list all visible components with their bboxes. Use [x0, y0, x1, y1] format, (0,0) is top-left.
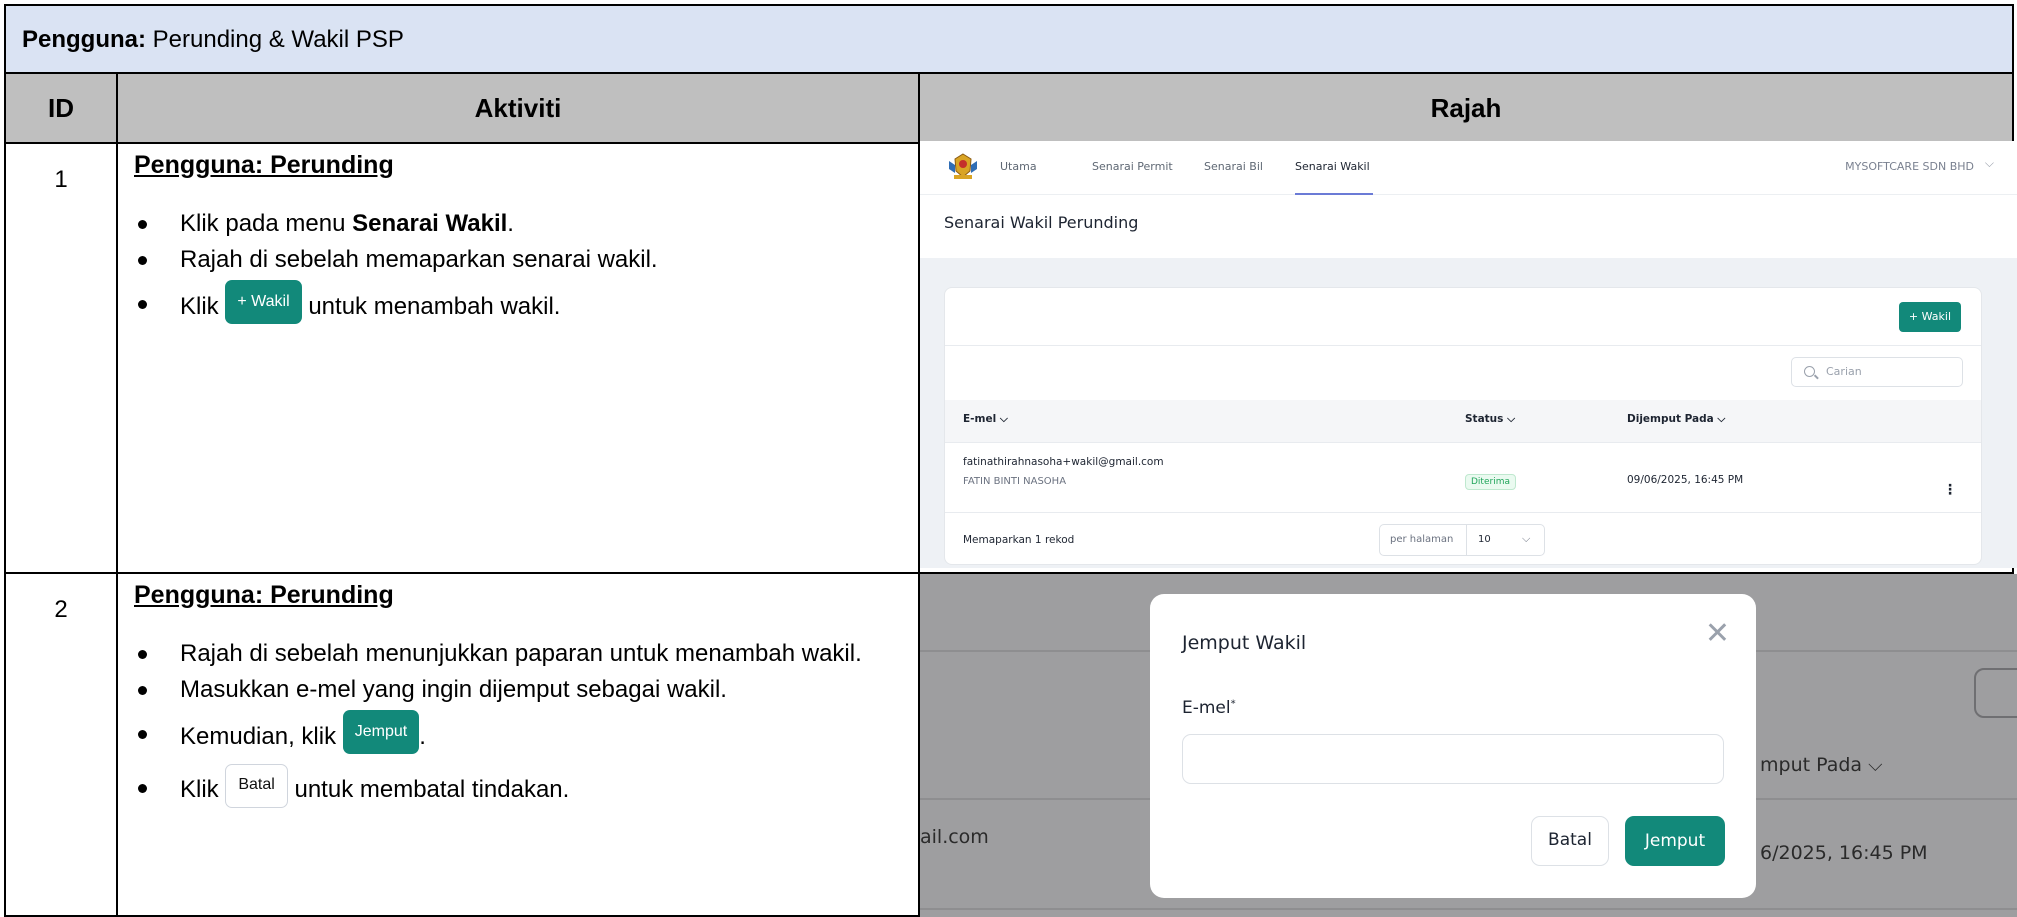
- nav-utama[interactable]: Utama: [1000, 160, 1037, 173]
- batal-button-illustration: Batal: [225, 764, 288, 808]
- column-divider: [116, 74, 118, 915]
- list-item: Kemudian, klik Jemput.: [134, 710, 934, 762]
- list-item: Klik pada menu Senarai Wakil.: [134, 208, 934, 240]
- divider: [1466, 525, 1467, 555]
- add-wakil-button-illustration: + Wakil: [225, 280, 302, 324]
- crest-icon: [949, 153, 977, 179]
- chevron-down-icon: ⌵: [1984, 156, 1994, 170]
- activity-list: Rajah di sebelah menunjukkan paparan unt…: [134, 638, 934, 816]
- kebab-menu-icon[interactable]: ⋮: [1943, 482, 1957, 498]
- nav-senarai-permit[interactable]: Senarai Permit: [1092, 160, 1173, 173]
- email-label: E-mel*: [1182, 698, 1236, 718]
- activity-list: Klik pada menu Senarai Wakil. Rajah di s…: [134, 208, 934, 332]
- nav-senarai-wakil[interactable]: Senarai Wakil: [1295, 160, 1370, 173]
- chevron-down-icon: ⌵: [1522, 532, 1531, 545]
- search-input[interactable]: Carian: [1791, 357, 1963, 387]
- figure-wakil-list: Utama Senarai Permit Senarai Bil Senarai…: [920, 141, 2017, 568]
- search-placeholder: Carian: [1826, 365, 1862, 378]
- column-header-activity: Aktiviti: [118, 74, 918, 144]
- row-email: fatinathirahnasoha+wakil@gmail.com: [963, 456, 1164, 468]
- status-badge: Diterima: [1465, 474, 1516, 490]
- search-icon: [1804, 366, 1815, 377]
- page-title: Senarai Wakil Perunding: [944, 213, 1139, 232]
- activity-cell: Pengguna: Perunding Rajah di sebelah men…: [134, 581, 934, 820]
- row-id: 2: [54, 596, 68, 623]
- divider: [945, 512, 1981, 513]
- background-date: 6/2025, 16:45 PM: [1760, 842, 1928, 864]
- divider: [945, 345, 1981, 346]
- list-item: Masukkan e-mel yang ingin dijemput sebag…: [134, 674, 934, 706]
- cancel-button[interactable]: Batal: [1531, 816, 1609, 866]
- active-tab-indicator: [1295, 193, 1373, 195]
- per-page-label: per halaman: [1390, 534, 1454, 545]
- per-page-select[interactable]: per halaman 10 ⌵: [1379, 524, 1545, 556]
- user-header: Pengguna: Perunding & Wakil PSP: [6, 6, 2012, 74]
- row-name: FATIN BINTI NASOHA: [963, 476, 1067, 487]
- email-field[interactable]: [1182, 734, 1724, 784]
- user-value: Perunding & Wakil PSP: [146, 26, 404, 53]
- list-item: Klik Batal untuk membatal tindakan.: [134, 764, 934, 816]
- column-header-id: ID: [6, 74, 116, 144]
- background-divider: [920, 908, 2017, 910]
- column-invited[interactable]: Dijemput Pada ⌵: [1627, 413, 1725, 426]
- divider: [945, 442, 1981, 443]
- nav-senarai-bil[interactable]: Senarai Bil: [1204, 160, 1263, 173]
- invite-button[interactable]: Jemput: [1625, 816, 1725, 866]
- jemput-button-illustration: Jemput: [342, 710, 420, 754]
- background-email: ail.com: [920, 826, 989, 848]
- list-item: Klik + Wakil untuk menambah wakil.: [134, 280, 934, 332]
- top-nav: Utama Senarai Permit Senarai Bil Senarai…: [920, 141, 2017, 195]
- close-icon[interactable]: ✕: [1705, 616, 1730, 651]
- activity-title: Pengguna: Perunding: [134, 581, 394, 609]
- add-wakil-button[interactable]: + Wakil: [1898, 302, 1961, 332]
- list-item: Rajah di sebelah memaparkan senarai waki…: [134, 244, 934, 276]
- activity-title: Pengguna: Perunding: [134, 151, 394, 179]
- list-item: Rajah di sebelah menunjukkan paparan unt…: [134, 638, 934, 670]
- record-count: Memaparkan 1 rekod: [963, 534, 1075, 546]
- figure-invite-modal: ail.com mput Pada ⌵ 6/2025, 16:45 PM Jem…: [920, 574, 2017, 917]
- background-search-input: [1974, 668, 2017, 718]
- row-id: 1: [54, 166, 68, 193]
- wakil-card: + Wakil Carian E-mel ⌵ Status ⌵ Dijemput…: [944, 287, 1982, 565]
- column-status[interactable]: Status ⌵: [1465, 413, 1515, 426]
- invite-modal: Jemput Wakil ✕ E-mel* Batal Jemput: [1150, 594, 1756, 898]
- user-label: Pengguna:: [22, 26, 146, 53]
- background-column-header: mput Pada ⌵: [1760, 754, 1883, 776]
- modal-title: Jemput Wakil: [1182, 632, 1307, 654]
- activity-cell: Pengguna: Perunding Klik pada menu Senar…: [134, 151, 934, 336]
- column-email[interactable]: E-mel ⌵: [963, 413, 1008, 426]
- row-date: 09/06/2025, 16:45 PM: [1627, 474, 1744, 486]
- column-header-figure: Rajah: [920, 74, 2012, 144]
- company-menu[interactable]: MYSOFTCARE SDN BHD: [1845, 160, 1974, 173]
- per-page-value: 10: [1478, 534, 1491, 545]
- table-header: E-mel ⌵ Status ⌵ Dijemput Pada ⌵: [945, 400, 1981, 442]
